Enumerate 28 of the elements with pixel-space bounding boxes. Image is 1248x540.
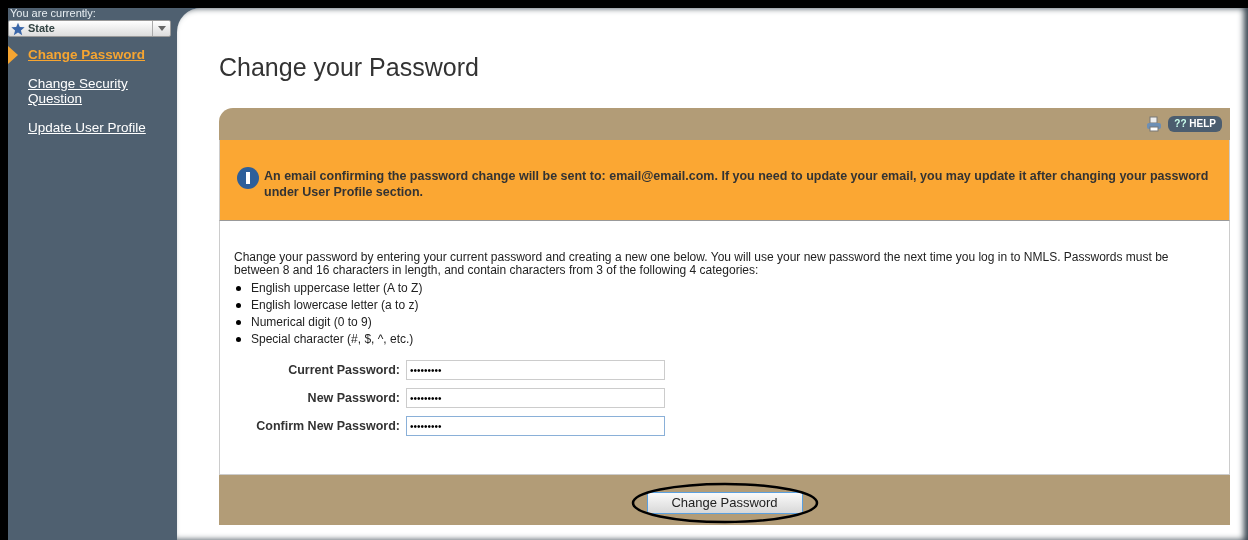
instructions-text: Change your password by entering your current password and creating a new one below. You will use your new password the next time you log in to NMLS. Passwords must be between 8 and 16 characters in length, and contain characters from 3 of the following 4 categories: bbox=[234, 251, 1170, 277]
sidebar-link[interactable]: Change Security Question bbox=[8, 72, 175, 110]
printer-icon[interactable] bbox=[1146, 116, 1163, 132]
sidebar-link[interactable]: Update User Profile bbox=[8, 116, 175, 139]
field-label: New Password: bbox=[306, 391, 401, 405]
category-item: Special character (#, $, ^, etc.) bbox=[251, 331, 414, 348]
password-field[interactable]: ••••••••• bbox=[406, 416, 665, 436]
page-title: Change your Password bbox=[219, 52, 480, 82]
password-field[interactable]: ••••••••• bbox=[406, 360, 665, 380]
selection-arrow-icon bbox=[8, 46, 18, 64]
bullet-icon bbox=[236, 303, 241, 308]
info-icon bbox=[236, 166, 260, 190]
bullet-icon bbox=[236, 337, 241, 342]
category-item: English uppercase letter (A to Z) bbox=[251, 280, 423, 297]
star-icon bbox=[11, 21, 25, 36]
help-button[interactable]: ?? HELP bbox=[1168, 116, 1222, 132]
notice-text: An email confirming the password change will be sent to: email@email.com. If you need to update your email, you may update it after changing your password under User Profile section. bbox=[264, 168, 1210, 200]
password-field[interactable]: ••••••••• bbox=[406, 388, 665, 408]
context-label: You are currently: bbox=[9, 8, 97, 18]
field-label: Current Password: bbox=[287, 363, 401, 377]
bullet-icon bbox=[236, 286, 241, 291]
caret-icon bbox=[157, 26, 166, 31]
category-item: English lowercase letter (a to z) bbox=[251, 297, 419, 314]
category-item: Numerical digit (0 to 9) bbox=[251, 314, 372, 331]
context-dropdown[interactable]: State bbox=[8, 20, 171, 37]
bullet-icon bbox=[236, 320, 241, 325]
field-label: Confirm New Password: bbox=[255, 419, 401, 433]
change-password-button[interactable]: Change Password bbox=[646, 492, 803, 514]
